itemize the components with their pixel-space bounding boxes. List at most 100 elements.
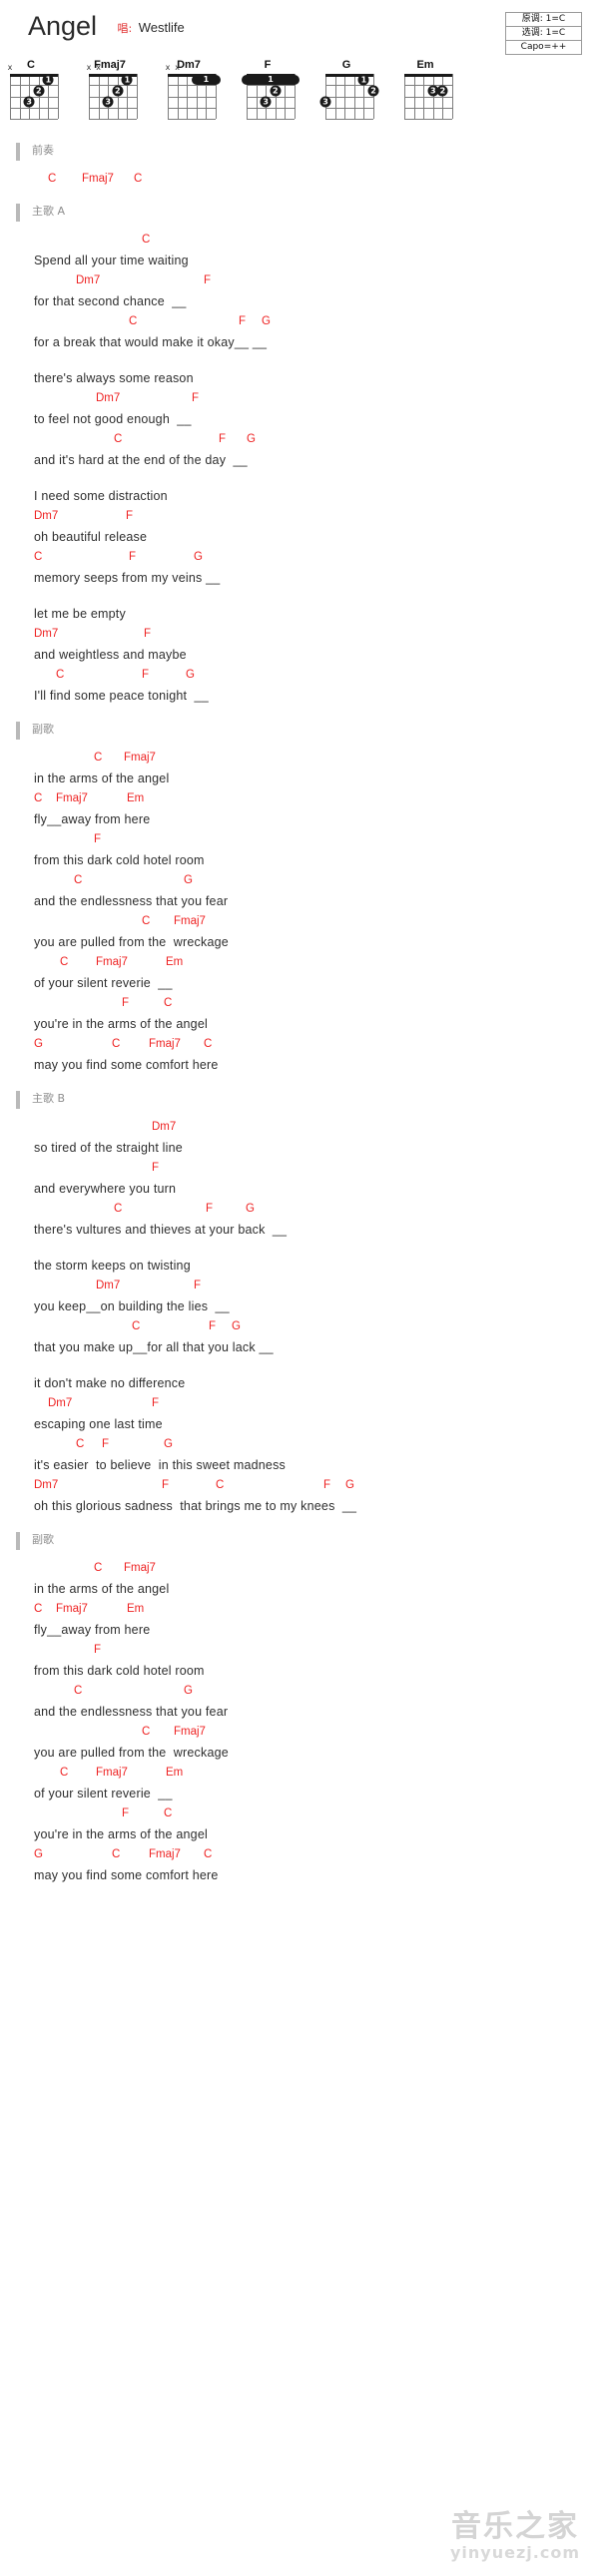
fret-line [247,119,295,120]
lyric-line: there's vultures and thieves at your bac… [34,1223,288,1237]
chord-diagram-c: C123x [0,58,62,124]
chord-line: C Fmaj7 Em [34,1764,594,1783]
chord-line: FC [34,994,594,1013]
mute-x-icon: x [165,63,171,72]
chord-label: C [204,1848,213,1860]
chord-label: C [164,1807,173,1819]
lyric-line: and everywhere you turn [34,1182,177,1196]
chord-label: F [122,1807,130,1819]
chord-label: C [204,1038,213,1050]
chord-line: F [34,830,594,849]
mute-x-icon: x [175,63,180,72]
lyric-line: so tired of the straight line [34,1141,183,1155]
chord-line: F [34,1641,594,1660]
chord-label: G [34,1038,43,1050]
muted-strings [247,63,295,72]
chord-label: F [194,1280,202,1291]
chord-label: Fmaj7 [174,915,206,927]
lyric-line: from this dark cold hotel room [34,853,205,867]
chord-diagram-dm7: Dm7 1 x x [158,58,221,124]
chord-line: Dm7 F [34,625,594,644]
fret-line [247,108,295,109]
fret-line [10,97,58,98]
chord-label: F [102,1438,110,1450]
fret-line [247,97,295,98]
chord-line: CG [34,1682,594,1701]
chord-label: C [132,1320,141,1332]
chord-label: C [129,315,138,327]
chord-line: C Fmaj7 Em [34,1600,594,1619]
site-watermark: 音乐之家 yinyuezj.com [440,2510,590,2562]
chord-label: C [76,1438,85,1450]
lyric-line: and the endlessness that you fear [34,1705,229,1719]
chord-line: C Fmaj7 [34,749,594,768]
chord-line: CFG [34,430,594,449]
artist-credit: 唱: Westlife [118,13,185,44]
chord-label: C [48,173,57,185]
chord-line: C Fmaj7 [34,1723,594,1742]
section-body: C Fmaj7 in the arms of the angel C Fmaj7 Em fl… [16,1559,594,1886]
chord-line: CFG [34,1435,594,1454]
fret-line [10,85,58,86]
string-line [58,74,59,119]
chord-label: C [216,1479,225,1491]
chord-label: Dm7 [34,1479,59,1491]
chord-label: F [204,274,212,286]
chord-label: C [114,433,123,445]
lyric-line: you're in the arms of the angel [34,1017,208,1031]
chord-label: Fmaj7 [82,173,114,185]
chord-label: C [74,1685,83,1697]
chord-label: Fmaj7 [149,1038,181,1050]
chord-label: G [232,1320,241,1332]
lyric-line: you are pulled from the wreckage [34,935,229,949]
chord-label: Fmaj7 [96,956,128,968]
mute-x-icon: x [86,63,92,72]
chord-label: C [142,1726,151,1738]
lyric-line: fly__away from here [34,1623,151,1637]
finger-dot: 2 [33,85,45,97]
line-spacer [34,1358,594,1372]
chord-line: Dm7 [34,1118,594,1137]
key-info-box: 原调: 1=C 选调: 1=C Capo=++ [505,12,582,55]
chord-label: C [60,956,69,968]
lyric-line: it don't make no difference [34,1376,186,1390]
chord-line: CG [34,871,594,890]
finger-dot: 2 [112,85,124,97]
watermark-cn-text: 音乐之家 [451,2509,579,2544]
lyric-line: in the arms of the angel [34,1582,170,1596]
fret-line [10,108,58,109]
section-marker [16,204,20,222]
section-body: C Spend all your time waiting Dm7 Ffor that… [16,231,594,707]
lyric-line: memory seeps from my veins __ [34,571,221,585]
chord-label: C [94,1562,103,1574]
watermark-en-text: yinyuezj.com [450,2543,580,2562]
finger-dot: 2 [367,85,379,97]
finger-dot: 2 [270,85,282,97]
chord-line: F [34,1159,594,1178]
chord-line: Dm7 F [34,1277,594,1295]
chord-diagram-row: C 1 2 3 x Fmaj7 1 2 3 x x Dm7 1 x x F 2 3 1 G 2 1 3 Em 2 3 [0,58,604,128]
fretboard-grid: 123 [10,74,59,120]
chord-line: C Fmaj7 C [34,170,594,189]
lyric-line: oh beautiful release [34,530,148,544]
finger-dot: 3 [319,96,331,108]
fret-line [247,85,295,86]
finger-dot: 3 [23,96,35,108]
lyric-line: oh this glorious sadness that brings me … [34,1499,357,1513]
page-header: Angel 唱: Westlife 原调: 1=C 选调: 1=C Capo=+… [0,0,604,56]
fret-line [168,108,216,109]
chord-label: G [246,1203,255,1215]
section-body: C Fmaj7 C [16,170,594,189]
chord-label: G [164,1438,173,1450]
muted-strings: xx [86,63,137,72]
chord-label: Dm7 [152,1121,177,1133]
chord-label: F [122,997,130,1009]
string-line [452,74,453,119]
chord-label: F [94,833,102,845]
muted-strings [325,63,373,72]
chord-label: F [206,1203,214,1215]
chord-line: Dm7 F [34,507,594,526]
fret-line [168,85,216,86]
lyric-line: for a break that would make it okay__ __ [34,335,268,349]
lyric-line: you keep__on building the lies __ [34,1299,230,1313]
